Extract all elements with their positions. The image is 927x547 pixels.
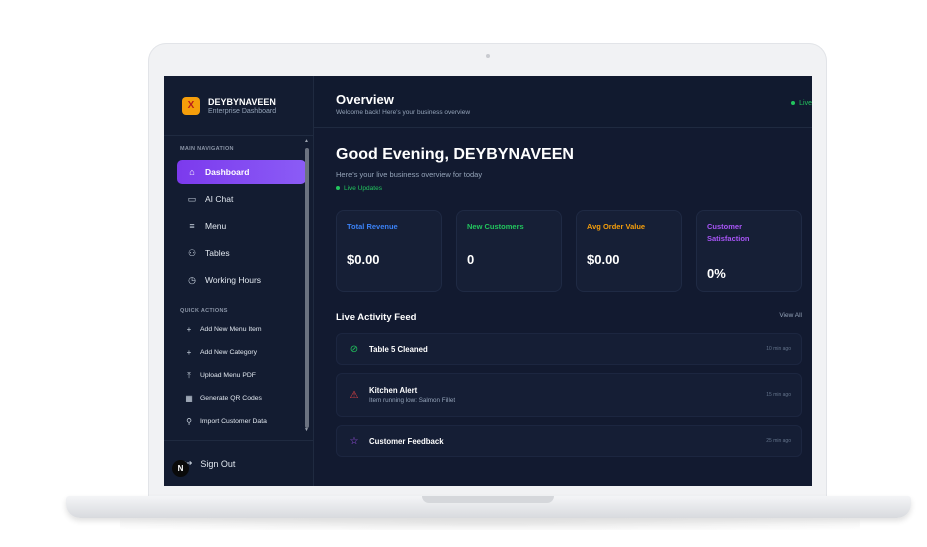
app-screen: X DEYBYNAVEEN Enterprise Dashboard MAIN … [164,76,812,486]
quick-action-label: Upload Menu PDF [200,372,256,379]
feed-item-table-cleaned[interactable]: ⊘ Table 5 Cleaned 10 min ago [336,333,802,365]
view-all-link[interactable]: View All [779,312,802,323]
home-icon: ⌂ [189,167,195,177]
page-subtitle: Welcome back! Here's your business overv… [336,109,471,116]
users-icon: ⚇ [187,247,197,258]
sidebar-scrollbar[interactable]: ▲ ▼ [304,138,310,434]
chat-icon: ▭ [187,193,197,204]
next-badge[interactable]: N [172,460,189,477]
quick-action-import-customers[interactable]: ⚲ Import Customer Data [164,410,314,433]
brand-logo: X [182,96,200,115]
upload-icon: ⤒ [187,370,191,380]
feed-item-time: 25 min ago [766,438,791,444]
sidebar-item-tables[interactable]: ⚇ Tables [177,241,306,265]
plus-icon: + [186,325,192,334]
top-bar: Overview Welcome back! Here's your busin… [314,76,812,128]
live-updates-badge: Live Updates [336,185,812,192]
activity-feed-header: Live Activity Feed View All [336,312,802,323]
sidebar-item-label: AI Chat [205,194,234,204]
stat-card-total-revenue[interactable]: Total Revenue $0.00 [336,210,442,292]
laptop-notch [422,496,554,503]
sidebar-item-ai-chat[interactable]: ▭ AI Chat [177,187,306,211]
stat-label: New Customers [467,222,524,231]
brand-subtitle: Enterprise Dashboard [208,107,277,115]
stat-label: Customer Satisfaction [707,222,750,243]
stat-card-avg-order-value[interactable]: Avg Order Value $0.00 [576,210,682,292]
clock-icon: ◷ [188,274,196,285]
feed-item-time: 15 min ago [766,392,791,398]
live-indicator: Live [791,100,812,107]
user-import-icon: ⚲ [186,417,192,426]
quick-action-add-category[interactable]: + Add New Category [164,341,314,364]
stat-value: 0 [467,252,475,267]
quick-action-generate-qr[interactable]: ▦ Generate QR Codes [164,387,314,410]
feed-item-customer-feedback[interactable]: ☆ Customer Feedback 25 min ago [336,425,802,457]
stat-label: Total Revenue [347,222,398,231]
greeting-heading: Good Evening, DEYBYNAVEEN [336,146,574,163]
sidebar-item-dashboard[interactable]: ⌂ Dashboard [177,160,306,184]
stats-row: Total Revenue $0.00 New Customers 0 Avg … [336,210,812,292]
laptop-base [66,496,911,518]
sidebar-item-label: Tables [205,248,230,258]
sidebar-item-label: Working Hours [205,275,262,285]
main-panel: Overview Welcome back! Here's your busin… [314,76,812,486]
sidebar-item-label: Menu [205,221,227,231]
check-circle-icon: ⊘ [349,343,359,355]
quick-action-label: Import Customer Data [200,418,267,425]
stat-value: $0.00 [587,252,620,267]
scrollbar-thumb[interactable] [305,148,309,428]
stat-label: Avg Order Value [587,222,646,231]
warning-icon: ⚠ [349,389,359,401]
activity-feed-title: Live Activity Feed [336,312,417,323]
stat-value: 0% [707,266,726,281]
quick-actions: QUICK ACTIONS + Add New Menu Item + Add … [164,308,314,433]
quick-action-label: Add New Category [200,349,258,356]
dashboard-content: Good Evening, DEYBYNAVEEN Here's your li… [314,128,812,486]
laptop-shadow [120,518,860,530]
page-title: Overview [336,92,394,107]
feed-item-name: Kitchen Alert [369,386,418,395]
camera-dot [486,54,490,58]
activity-feed: ⊘ Table 5 Cleaned 10 min ago ⚠ Kitchen A… [336,333,802,457]
stat-value: $0.00 [347,252,380,267]
feed-item-detail: Item running low: Salmon Fillet [369,397,456,404]
quick-action-upload-menu-pdf[interactable]: ⤒ Upload Menu PDF [164,364,314,387]
feed-item-name: Table 5 Cleaned [369,344,428,354]
star-icon: ☆ [349,435,359,447]
sidebar-item-working-hours[interactable]: ◷ Working Hours [177,268,306,292]
scroll-up-arrow-icon[interactable]: ▲ [304,138,309,144]
scroll-down-arrow-icon[interactable]: ▼ [304,427,309,433]
sign-out-label: Sign Out [200,458,236,469]
main-navigation: MAIN NAVIGATION ⌂ Dashboard ▭ AI Chat ≡ … [164,146,314,295]
greeting-subtitle: Here's your live business overview for t… [336,170,483,179]
feed-item-name: Customer Feedback [369,436,444,446]
brand-name: DEYBYNAVEEN [208,96,276,107]
quick-action-add-menu-item[interactable]: + Add New Menu Item [164,318,314,341]
sidebar: X DEYBYNAVEEN Enterprise Dashboard MAIN … [164,76,314,486]
quick-action-label: Add New Menu Item [200,326,262,333]
stat-card-new-customers[interactable]: New Customers 0 [456,210,562,292]
brand: X DEYBYNAVEEN Enterprise Dashboard [164,76,313,136]
qr-icon: ▦ [185,394,193,403]
quick-action-label: Generate QR Codes [200,395,262,402]
nav-section-label: MAIN NAVIGATION [180,146,234,152]
plus-icon: + [186,348,192,357]
menu-lines-icon: ≡ [189,221,195,231]
sidebar-item-label: Dashboard [205,167,250,177]
quick-actions-label: QUICK ACTIONS [180,308,228,314]
sidebar-item-menu[interactable]: ≡ Menu [177,214,306,238]
feed-item-kitchen-alert[interactable]: ⚠ Kitchen Alert Item running low: Salmon… [336,373,802,417]
feed-item-time: 10 min ago [766,346,791,352]
stat-card-customer-satisfaction[interactable]: Customer Satisfaction 0% [696,210,802,292]
